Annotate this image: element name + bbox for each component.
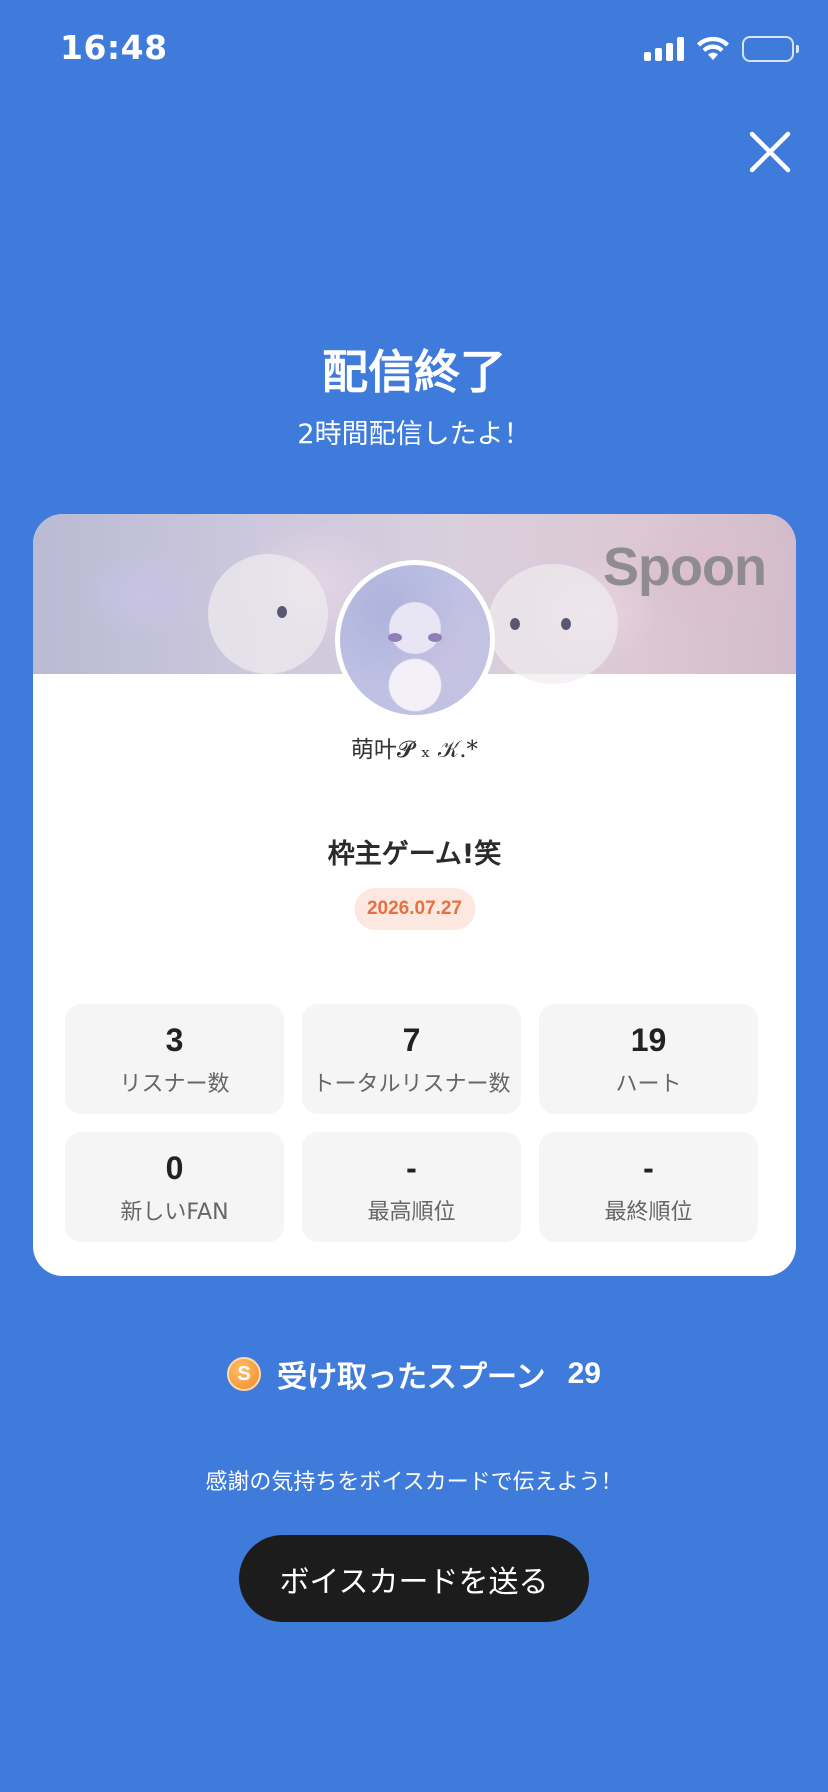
received-spoons: S 受け取ったスプーン 29 [0,1352,828,1396]
date-badge: 2026.07.27 [353,888,476,930]
stat-total-listeners: 7 トータルリスナー数 [302,1004,521,1114]
broadcast-duration-text: 2時間配信したよ！ [297,419,531,450]
stats-grid: 3 リスナー数 7 トータルリスナー数 19 ハート 0 新しいFAN - 最高… [65,1004,759,1242]
stat-highest-rank: - 最高順位 [302,1132,521,1242]
send-voice-card-button[interactable]: ボイスカードを送る [239,1535,589,1622]
stat-value: 3 [165,1022,184,1058]
stat-label: リスナー数 [119,1072,230,1097]
spoon-logo: Spoon [603,537,767,597]
stat-label: 最終順位 [604,1200,693,1225]
status-time: 16:48 [60,28,168,67]
avatar [334,560,495,720]
close-button[interactable] [742,124,798,180]
status-bar: 16:48 [0,0,828,100]
stat-listeners: 3 リスナー数 [65,1004,284,1114]
stat-value: 7 [402,1022,421,1058]
cellular-signal-icon [644,37,684,61]
spoon-coin-icon: S [227,1357,262,1391]
stat-new-fans: 0 新しいFAN [65,1132,284,1242]
page-title: 配信終了 [322,345,506,399]
received-spoons-label: 受け取ったスプーン [277,1360,546,1395]
stat-hearts: 19 ハート [539,1004,758,1114]
stat-label: トータルリスナー数 [312,1072,511,1097]
stat-label: ハート [615,1072,682,1097]
stat-label: 最高順位 [367,1200,456,1225]
close-icon [749,131,791,173]
stat-value: 0 [165,1150,184,1186]
stat-label: 新しいFAN [120,1200,229,1225]
received-spoons-count: 29 [567,1357,601,1390]
stat-value: - [406,1150,417,1186]
stat-value: 19 [630,1022,667,1058]
username: 萌叶𝓟 ₓ 𝒦.* [350,737,479,763]
battery-icon [742,36,799,62]
live-title: 枠主ゲーム!笑 [327,839,502,870]
status-icons [644,36,799,62]
voice-card-prompt: 感謝の気持ちをボイスカードで伝えよう！ [205,1470,623,1495]
live-summary-card: Spoon 萌叶𝓟 ₓ 𝒦.* 枠主ゲーム!笑 2026.07.27 3 リスナ… [33,514,796,1276]
stat-final-rank: - 最終順位 [539,1132,758,1242]
wifi-icon [697,36,729,60]
stat-value: - [643,1150,654,1186]
